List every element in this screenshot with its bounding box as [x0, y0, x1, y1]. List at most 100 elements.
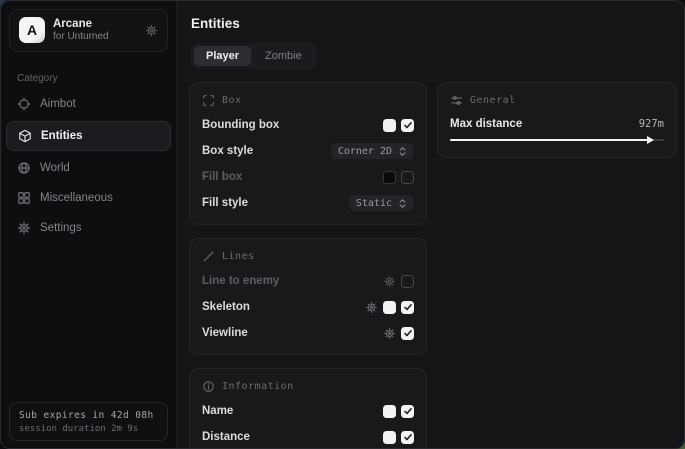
row-label: Bounding box	[202, 119, 279, 131]
tab-bar: Player Zombie	[191, 43, 317, 69]
dropdown-value: Corner 2D	[338, 146, 392, 157]
max-distance-slider[interactable]	[450, 136, 664, 144]
brand-card[interactable]: A Arcane for Unturned	[9, 9, 168, 52]
general-section: General Max distance 927m	[437, 82, 677, 158]
fill-style-dropdown[interactable]: Static	[349, 195, 414, 211]
brand-subtitle: for Unturned	[53, 31, 137, 44]
information-section: Information Name Distance	[189, 368, 427, 448]
check-icon	[403, 120, 413, 130]
gear-icon[interactable]	[383, 327, 396, 340]
color-swatch[interactable]	[383, 119, 396, 132]
lines-section: Lines Line to enemy	[189, 238, 427, 355]
category-label: Category	[17, 73, 176, 84]
check-icon	[403, 432, 413, 442]
dropdown-value: Static	[356, 198, 392, 209]
color-swatch[interactable]	[383, 431, 396, 444]
information-section-header: Information	[202, 380, 414, 393]
section-title: Box	[222, 95, 242, 106]
general-section-header: General	[450, 94, 664, 107]
viewline-checkbox[interactable]	[401, 327, 414, 340]
gear-icon[interactable]	[383, 275, 396, 288]
section-title: General	[470, 95, 516, 106]
right-column: General Max distance 927m	[437, 82, 677, 158]
setting-row-name: Name	[202, 403, 414, 419]
info-icon	[202, 380, 215, 393]
box-section: Box Bounding box Box style	[189, 82, 427, 225]
row-label: Viewline	[202, 327, 248, 339]
main-panel: Entities Player Zombie	[177, 1, 684, 448]
sidebar-item-label: Entities	[41, 130, 83, 142]
row-label: Skeleton	[202, 301, 250, 313]
setting-row-bounding-box: Bounding box	[202, 117, 414, 133]
crosshair-icon	[17, 97, 31, 111]
skeleton-checkbox[interactable]	[401, 301, 414, 314]
subscription-info-card: Sub expires in 42d 08h session duration …	[9, 402, 168, 441]
color-swatch[interactable]	[383, 301, 396, 314]
setting-row-box-style: Box style Corner 2D	[202, 143, 414, 159]
sidebar-item-label: Miscellaneous	[40, 192, 113, 204]
max-distance-value: 927m	[639, 118, 664, 130]
gear-icon[interactable]	[145, 24, 158, 37]
chevrons-up-down-icon	[398, 198, 407, 209]
bounding-box-checkbox[interactable]	[401, 119, 414, 132]
left-column: Box Bounding box Box style	[189, 82, 427, 448]
session-duration-text: session duration 2m 9s	[19, 424, 158, 434]
setting-row-fill-style: Fill style Static	[202, 195, 414, 211]
globe-icon	[17, 161, 31, 175]
sidebar-item-label: Settings	[40, 222, 82, 234]
section-title: Lines	[222, 251, 255, 262]
row-label: Fill style	[202, 197, 248, 209]
line-to-enemy-checkbox[interactable]	[401, 275, 414, 288]
row-label: Line to enemy	[202, 275, 279, 287]
row-label: Name	[202, 405, 233, 417]
check-icon	[403, 328, 413, 338]
distance-checkbox[interactable]	[401, 431, 414, 444]
app-window: A Arcane for Unturned Category	[0, 0, 685, 449]
check-icon	[403, 406, 413, 416]
color-swatch[interactable]	[383, 171, 396, 184]
sidebar-item-aimbot[interactable]: Aimbot	[1, 90, 176, 118]
grid-icon	[17, 191, 31, 205]
sidebar-item-entities[interactable]: Entities	[6, 121, 171, 151]
chevrons-up-down-icon	[398, 146, 407, 157]
sidebar-item-label: Aimbot	[40, 98, 76, 110]
content-area: Box Bounding box Box style	[189, 82, 672, 448]
cube-icon	[18, 129, 32, 143]
setting-row-viewline: Viewline	[202, 325, 414, 341]
brand-text: Arcane for Unturned	[53, 17, 137, 44]
max-distance-row: Max distance 927m	[450, 118, 664, 130]
slider-handle[interactable]	[647, 136, 654, 144]
brand-logo: A	[19, 17, 45, 43]
setting-row-distance: Distance	[202, 429, 414, 445]
color-swatch[interactable]	[383, 405, 396, 418]
tab-player[interactable]: Player	[194, 46, 251, 66]
slider-fill	[450, 139, 648, 141]
row-label: Distance	[202, 431, 250, 443]
page-title: Entities	[191, 16, 670, 31]
sub-expires-text: Sub expires in 42d 08h	[19, 410, 158, 421]
max-distance-label: Max distance	[450, 118, 522, 130]
sidebar-nav: Aimbot Entities	[1, 89, 176, 243]
brand-name: Arcane	[53, 17, 137, 31]
name-checkbox[interactable]	[401, 405, 414, 418]
scan-corners-icon	[202, 94, 215, 107]
row-label: Box style	[202, 145, 253, 157]
sidebar-item-settings[interactable]: Settings	[1, 214, 176, 242]
diagonal-line-icon	[202, 250, 215, 263]
sidebar-item-label: World	[40, 162, 70, 174]
sidebar: A Arcane for Unturned Category	[1, 1, 177, 448]
check-icon	[403, 302, 413, 312]
setting-row-skeleton: Skeleton	[202, 299, 414, 315]
gear-icon[interactable]	[365, 301, 378, 314]
row-label: Fill box	[202, 171, 242, 183]
section-title: Information	[222, 381, 294, 392]
sidebar-item-miscellaneous[interactable]: Miscellaneous	[1, 184, 176, 212]
box-style-dropdown[interactable]: Corner 2D	[331, 143, 414, 159]
sliders-icon	[450, 94, 463, 107]
gear-icon	[17, 221, 31, 235]
tab-zombie[interactable]: Zombie	[253, 46, 314, 66]
fill-box-checkbox[interactable]	[401, 171, 414, 184]
box-section-header: Box	[202, 94, 414, 107]
sidebar-item-world[interactable]: World	[1, 154, 176, 182]
setting-row-line-to-enemy: Line to enemy	[202, 273, 414, 289]
